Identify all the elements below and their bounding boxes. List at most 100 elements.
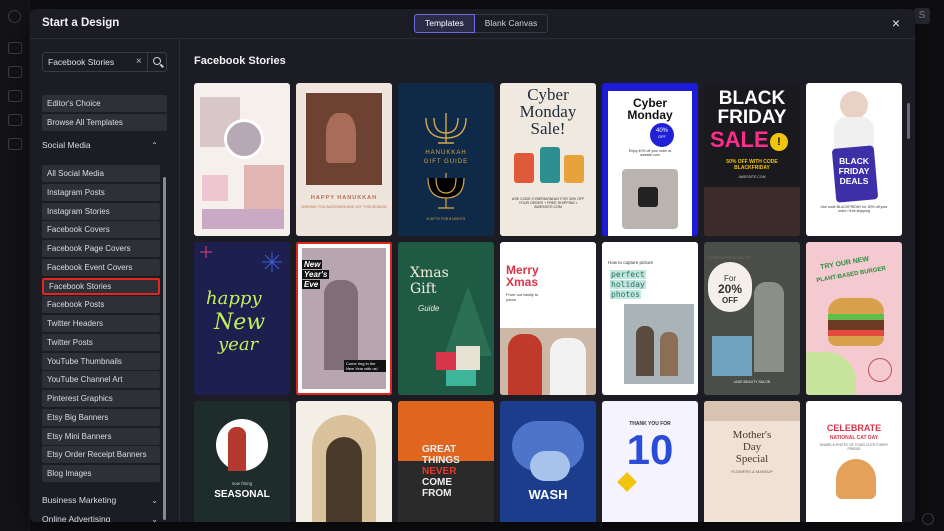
template-card-seasonal-hiring[interactable]: now hiring SEASONAL (194, 401, 290, 522)
template-headline: Cyber (527, 85, 569, 104)
category-youtube-thumbnails[interactable]: YouTube Thumbnails (42, 352, 160, 370)
template-headline: year (218, 334, 259, 355)
template-card-plant-based-burger[interactable]: TRY OUR NEW PLANT-BASED BURGER (806, 242, 902, 395)
template-headline: SALE (710, 127, 769, 152)
category-pinterest-graphics[interactable]: Pinterest Graphics (42, 390, 160, 407)
template-card-happy-hanukkah[interactable]: HAPPY HANUKKAH WISHING YOU BLESSINGS AND… (296, 83, 392, 236)
grid-icon (8, 138, 22, 150)
template-card-merry-xmas[interactable]: Merry Xmas From our family to yours (500, 242, 596, 395)
template-headline: BLACK (718, 88, 786, 109)
category-facebook-stories[interactable]: Facebook Stories (42, 277, 160, 295)
template-card-arch-door[interactable] (296, 401, 392, 522)
folder-icon (8, 66, 22, 78)
category-twitter-posts[interactable]: Twitter Posts (42, 333, 160, 351)
template-headline: photos (610, 290, 641, 299)
section-label: Business Marketing (42, 495, 117, 505)
category-facebook-posts[interactable]: Facebook Posts (42, 296, 160, 314)
tab-blank-canvas[interactable]: Blank Canvas (474, 14, 549, 33)
category-instagram-stories[interactable]: Instagram Stories (42, 202, 160, 220)
category-youtube-channel-art[interactable]: YouTube Channel Art (42, 371, 160, 389)
template-headline: Mother's (732, 429, 772, 441)
template-headline: Sale! (530, 119, 566, 138)
template-subtext: REFER A FRIEND AND GET (708, 256, 752, 260)
category-twitter-headers[interactable]: Twitter Headers (42, 315, 160, 332)
template-card-cyber-monday-blue[interactable]: Cyber Monday 40% OFF Enjoy 40% off your o… (602, 83, 698, 236)
template-card-black-friday-sale[interactable]: BLACK FRIDAY SALE ! 50% OFF WITH CODE BL… (704, 83, 800, 236)
template-headline: OFF (722, 296, 738, 305)
template-card-new-years-eve[interactable]: New Year's Eve Come ring in the New Year… (296, 242, 392, 395)
clear-search-icon[interactable]: × (131, 53, 147, 71)
template-subtext: now hiring (231, 481, 253, 486)
category-facebook-event-covers[interactable]: Facebook Event Covers (42, 258, 160, 276)
exclamation-icon: ! (770, 133, 788, 151)
people-icon (8, 114, 22, 126)
template-card-xmas-gift-guide[interactable]: Xmas Gift Guide (398, 242, 494, 395)
chevron-down-icon: ⌄ (151, 515, 158, 522)
sidebar-scrollbar[interactable] (163, 177, 166, 520)
category-sidebar: × Editor's Choice Browse All Templates S… (30, 39, 180, 522)
template-card-moodboard[interactable] (194, 83, 290, 236)
tab-templates[interactable]: Templates (414, 14, 475, 33)
template-card-mothers-day[interactable]: Mother's Day Special FLOWERS & MAKEUP (704, 401, 800, 522)
avatar: S (914, 8, 930, 24)
template-headline: Guide (418, 304, 440, 313)
category-facebook-covers[interactable]: Facebook Covers (42, 221, 160, 239)
app-sidebar-rail (0, 0, 30, 531)
section-business-marketing[interactable]: Business Marketing ⌄ (42, 495, 158, 509)
template-headline: COME (422, 477, 452, 488)
template-scrollbar[interactable] (907, 103, 910, 139)
chevron-up-icon: ⌃ (151, 141, 158, 150)
template-subtext: From our family to yours (506, 292, 539, 302)
search-button[interactable] (146, 53, 166, 71)
section-label: Social Media (42, 140, 91, 150)
template-headline: FROM (422, 488, 452, 499)
category-etsy-order-receipt-banners[interactable]: Etsy Order Receipt Banners (42, 446, 160, 464)
template-headline: Monday (519, 102, 577, 121)
editors-choice-button[interactable]: Editor's Choice (42, 95, 167, 112)
section-online-advertising[interactable]: Online Advertising ⌄ (42, 514, 158, 522)
category-blog-images[interactable]: Blog Images (42, 465, 160, 482)
template-subtext: Come ring in the New Year with us! (344, 360, 386, 372)
template-card-20-off[interactable]: REFER A FRIEND AND GET For 20% OFF JADE … (704, 242, 800, 395)
template-thumbnail (624, 304, 694, 384)
template-headline: WASH (528, 487, 568, 502)
template-subtext: How to capture picture (608, 260, 654, 265)
template-headline: FRIDAY (717, 107, 787, 128)
template-headline: DEALS (839, 176, 869, 186)
template-headline: Special (735, 453, 769, 465)
template-headline: HANUKKAH (425, 150, 467, 156)
modal-title: Start a Design (42, 17, 120, 29)
mode-toggle: Templates Blank Canvas (414, 14, 549, 33)
start-design-modal: Start a Design Templates Blank Canvas × … (30, 9, 915, 522)
image-icon (8, 90, 22, 102)
template-card-hanukkah-gift-guide[interactable]: HANUKKAH GIFT GUIDE 8 GIFTS FOR 8 NIGHTS (398, 83, 494, 236)
template-headline: 10 (626, 426, 674, 473)
category-instagram-posts[interactable]: Instagram Posts (42, 183, 160, 201)
close-icon[interactable]: × (889, 16, 903, 30)
template-card-great-things[interactable]: GREAT THINGS NEVER COME FROM (398, 401, 494, 522)
template-card-happy-new-year[interactable]: happy New year (194, 242, 290, 395)
template-card-cyber-monday-sale[interactable]: Cyber Monday Sale! USE CODE CYBERMONDAY … (500, 83, 596, 236)
chevron-down-icon: ⌄ (151, 496, 158, 505)
category-all-social-media[interactable]: All Social Media (42, 165, 160, 182)
search-input[interactable] (43, 53, 131, 71)
template-subtext: 50% OFF WITH CODE BLACKFRIDAY (726, 159, 778, 171)
template-card-holiday-photos[interactable]: How to capture picture perfect holiday p… (602, 242, 698, 395)
template-card-wash[interactable]: WASH (500, 401, 596, 522)
template-card-black-friday-deals[interactable]: BLACK FRIDAY DEALS Use code BLACKFRIDAY … (806, 83, 902, 236)
category-facebook-page-covers[interactable]: Facebook Page Covers (42, 240, 160, 257)
template-headline: 20% (717, 282, 743, 296)
template-headline: NATIONAL CAT DAY (829, 435, 879, 441)
template-card-thank-you[interactable]: THANK YOU FOR 10 (602, 401, 698, 522)
category-etsy-mini-banners[interactable]: Etsy Mini Banners (42, 427, 160, 445)
template-subtext: 8 GIFTS FOR 8 NIGHTS (426, 217, 466, 221)
browse-all-templates-button[interactable]: Browse All Templates (42, 114, 167, 131)
template-headline: SEASONAL (214, 489, 270, 500)
template-card-national-cat-day[interactable]: CELEBRATE NATIONAL CAT DAY SHARE A PHOTO… (806, 401, 902, 522)
template-headline: BLACK (839, 156, 869, 166)
section-social-media[interactable]: Social Media ⌃ (42, 140, 158, 154)
template-headline: NEVER (422, 466, 457, 477)
template-headline: Xmas (410, 265, 449, 281)
template-headline: Gift (410, 281, 437, 297)
category-etsy-big-banners[interactable]: Etsy Big Banners (42, 408, 160, 426)
